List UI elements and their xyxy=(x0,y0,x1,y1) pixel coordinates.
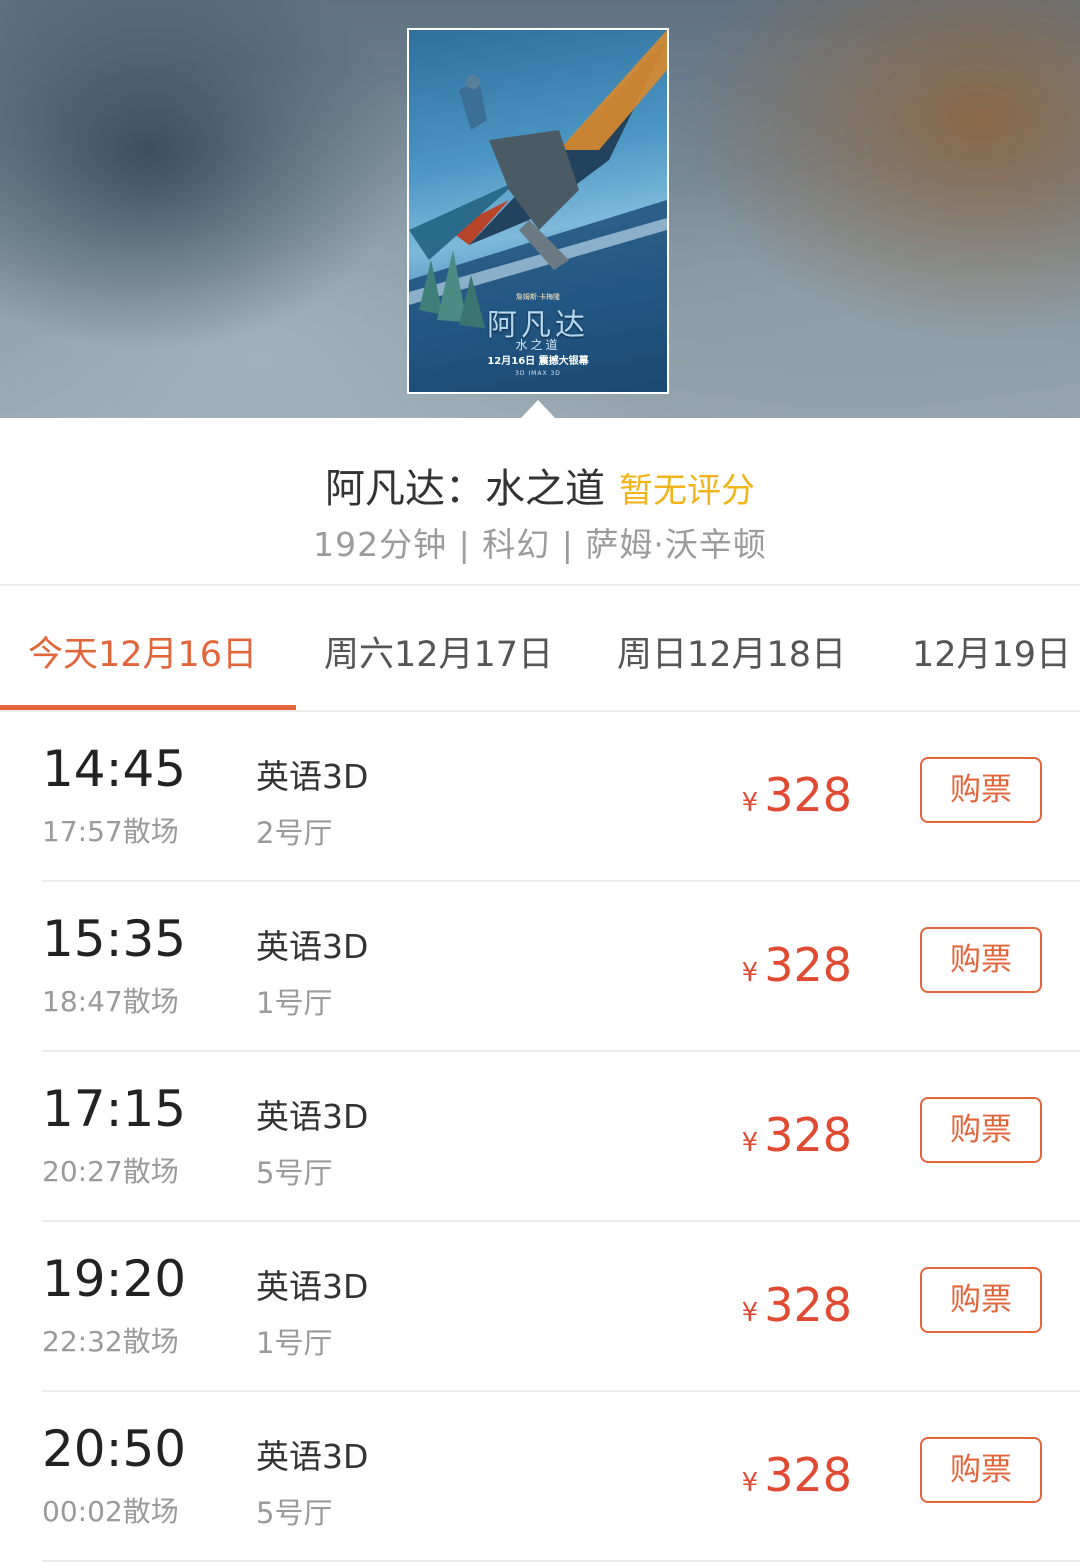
showtime-row[interactable]: 20:50 00:02散场 英语3D 5号厅 ¥328 购票 xyxy=(0,1392,1080,1562)
language-format: 英语3D xyxy=(256,1437,369,1476)
movie-title-row: 阿凡达：水之道 暂无评分 xyxy=(0,456,1080,514)
currency-symbol: ¥ xyxy=(741,958,759,988)
buy-ticket-button[interactable]: 购票 xyxy=(920,1097,1042,1163)
buy-ticket-button[interactable]: 购票 xyxy=(920,1437,1042,1503)
price-amount: 328 xyxy=(764,1448,852,1502)
start-time: 14:45 xyxy=(42,740,187,798)
end-time: 17:57散场 xyxy=(42,815,179,848)
price-amount: 328 xyxy=(764,768,852,822)
hall-name: 1号厅 xyxy=(256,1326,333,1360)
start-time: 20:50 xyxy=(42,1420,187,1478)
language-format: 英语3D xyxy=(256,1097,369,1136)
price-amount: 328 xyxy=(764,938,852,992)
language-format: 英语3D xyxy=(256,927,369,966)
price: ¥328 xyxy=(742,938,852,992)
tab-dec-19[interactable]: 12月19日 xyxy=(912,626,1071,677)
currency-symbol: ¥ xyxy=(741,1298,759,1328)
header-backdrop: 詹姆斯·卡梅隆 阿凡达 水之道 12月16日 震撼大银幕 3D IMAX 3D xyxy=(0,0,1080,418)
showtime-row[interactable]: 15:35 18:47散场 英语3D 1号厅 ¥328 购票 xyxy=(0,882,1080,1052)
hall-name: 1号厅 xyxy=(256,986,333,1020)
end-time: 20:27散场 xyxy=(42,1155,179,1188)
language-format: 英语3D xyxy=(256,757,369,796)
start-time: 19:20 xyxy=(42,1250,187,1308)
price-amount: 328 xyxy=(764,1108,852,1162)
poster-pointer-caret xyxy=(521,400,555,418)
poster-release-date: 12月16日 震撼大银幕 xyxy=(487,356,589,367)
currency-symbol: ¥ xyxy=(741,1468,759,1498)
poster-formats: 3D IMAX 3D xyxy=(515,370,561,377)
price: ¥328 xyxy=(742,1278,852,1332)
showtime-row[interactable]: 19:20 22:32散场 英语3D 1号厅 ¥328 购票 xyxy=(0,1222,1080,1392)
movie-poster[interactable]: 詹姆斯·卡梅隆 阿凡达 水之道 12月16日 震撼大银幕 3D IMAX 3D xyxy=(407,28,669,394)
tab-sunday[interactable]: 周日12月18日 xyxy=(617,626,846,677)
language-format: 英语3D xyxy=(256,1267,369,1306)
currency-symbol: ¥ xyxy=(741,788,759,818)
hall-name: 5号厅 xyxy=(256,1156,333,1190)
movie-title: 阿凡达：水之道 xyxy=(325,466,605,512)
start-time: 15:35 xyxy=(42,910,187,968)
price: ¥328 xyxy=(742,1448,852,1502)
price: ¥328 xyxy=(742,1108,852,1162)
rating-badge: 暂无评分 xyxy=(619,471,755,511)
price: ¥328 xyxy=(742,768,852,822)
poster-subtitle: 水之道 xyxy=(515,338,561,352)
end-time: 18:47散场 xyxy=(42,985,179,1018)
showtime-row[interactable]: 17:15 20:27散场 英语3D 5号厅 ¥328 购票 xyxy=(0,1052,1080,1222)
tab-saturday[interactable]: 周六12月17日 xyxy=(324,626,553,677)
price-amount: 328 xyxy=(764,1278,852,1332)
buy-ticket-button[interactable]: 购票 xyxy=(920,927,1042,993)
hall-name: 2号厅 xyxy=(256,816,333,850)
buy-ticket-button[interactable]: 购票 xyxy=(920,757,1042,823)
hall-name: 5号厅 xyxy=(256,1496,333,1530)
tab-today[interactable]: 今天12月16日 xyxy=(28,626,257,677)
date-tabs: 今天12月16日 周六12月17日 周日12月18日 12月19日 xyxy=(0,586,1080,710)
start-time: 17:15 xyxy=(42,1080,187,1138)
end-time: 00:02散场 xyxy=(42,1495,179,1528)
end-time: 22:32散场 xyxy=(42,1325,179,1358)
showtime-row[interactable]: 14:45 17:57散场 英语3D 2号厅 ¥328 购票 xyxy=(0,712,1080,882)
movie-meta: 192分钟 | 科幻 | 萨姆·沃辛顿 xyxy=(313,525,767,564)
currency-symbol: ¥ xyxy=(741,1128,759,1158)
movie-info: 阿凡达：水之道 暂无评分 192分钟 | 科幻 | 萨姆·沃辛顿 xyxy=(0,418,1080,584)
buy-ticket-button[interactable]: 购票 xyxy=(920,1267,1042,1333)
